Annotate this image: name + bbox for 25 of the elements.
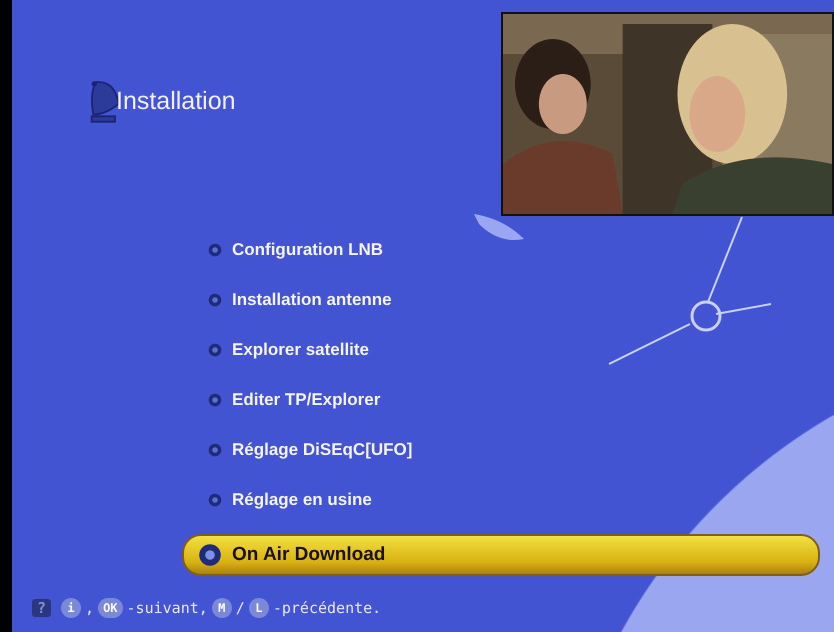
menu-item[interactable]: Editer TP/Explorer (12, 384, 834, 416)
menu-item[interactable]: Réglage en usine (12, 484, 834, 516)
bullet-icon (208, 343, 222, 357)
menu-item[interactable]: Réglage DiSEqC[UFO] (12, 434, 834, 466)
help-text: -suivant, (126, 599, 208, 617)
help-key: ? (32, 599, 52, 617)
bullet-icon (208, 293, 222, 307)
menu-title: Installation (116, 86, 236, 116)
menu-item[interactable]: Configuration LNB (12, 234, 834, 266)
help-text: , (85, 599, 94, 617)
menu-item[interactable]: Explorer satellite (12, 334, 834, 366)
remote-key: i (61, 598, 82, 618)
remote-key: L (248, 598, 269, 618)
bullet-icon (208, 393, 222, 407)
menu-item[interactable]: Installation antenne (12, 284, 834, 316)
splash-drawing (474, 214, 524, 242)
remote-key: OK (98, 598, 123, 618)
bullet-icon (208, 243, 222, 257)
bullet-icon (208, 443, 222, 457)
menu-item[interactable]: On Air Download (182, 534, 820, 576)
help-text: -précédente. (272, 599, 382, 617)
bullet-icon (208, 493, 222, 507)
remote-key: M (212, 598, 232, 618)
help-text: / (236, 599, 245, 617)
bullet-icon (198, 543, 222, 567)
